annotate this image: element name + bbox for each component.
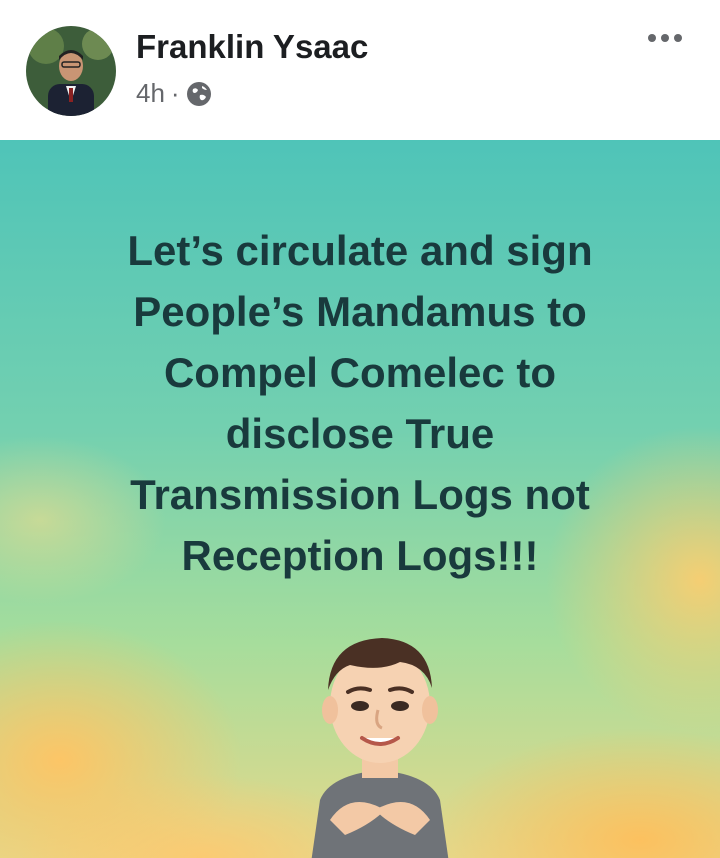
avatar-sticker — [290, 610, 470, 858]
meta-separator: · — [170, 78, 180, 108]
post-text-line: Transmission Logs not — [130, 471, 590, 518]
post-background: Let’s circulate and sign People’s Mandam… — [0, 140, 720, 858]
post-text-line: Compel Comelec to — [163, 349, 557, 396]
author-name[interactable]: Franklin Ysaac — [136, 28, 368, 66]
post-meta: 4h · — [136, 78, 212, 109]
post-text-line: People’s Mandamus to — [133, 288, 587, 335]
post-header: Franklin Ysaac 4h · — [0, 0, 720, 140]
avatar[interactable] — [26, 26, 116, 116]
post-text: Let’s circulate and sign People’s Mandam… — [60, 220, 660, 586]
more-options-icon[interactable] — [648, 34, 682, 42]
globe-icon[interactable] — [186, 81, 212, 107]
post-time[interactable]: 4h — [136, 78, 165, 109]
post-text-line: Reception Logs!!! — [181, 532, 539, 579]
post-text-line: Let’s circulate and sign — [127, 227, 593, 274]
post-text-line: disclose True — [225, 410, 495, 457]
